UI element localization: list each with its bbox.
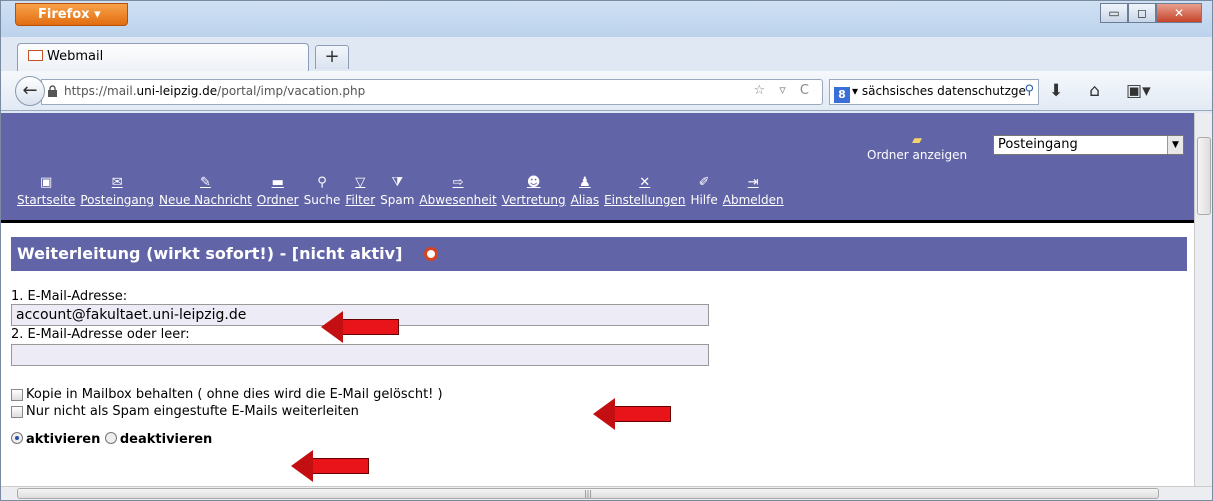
url-path: /portal/imp/vacation.php	[217, 84, 366, 98]
search-bar[interactable]: 8 ▾ sächsisches datenschutzge ⚲	[829, 79, 1039, 105]
toolbar-startseite[interactable]: ▣ Startseite	[17, 175, 75, 207]
navigation-toolbar: https://mail.uni-leipzig.de/portal/imp/v…	[1, 71, 1212, 111]
tab-webmail[interactable]: Webmail	[17, 43, 309, 71]
search-icon[interactable]: ⚲	[1024, 83, 1034, 98]
toolbar-vertretung[interactable]: ☻ Vertretung	[502, 175, 566, 207]
toolbar-abwesenheit[interactable]: ⇨ Abwesenheit	[419, 175, 496, 207]
deactivate-radio[interactable]	[104, 432, 117, 444]
bookmark-reload-icons[interactable]: ☆ ▿ C	[753, 83, 814, 98]
delegate-icon: ☻	[526, 175, 541, 190]
lock-icon	[48, 85, 57, 97]
alias-icon: ♟	[579, 175, 591, 190]
toolbar-spam[interactable]: ⧩ Spam	[380, 175, 414, 207]
toolbar-label: Abwesenheit	[419, 193, 497, 207]
toolbar-label: Spam	[380, 193, 415, 207]
toolbar-einstellungen[interactable]: ✕ Einstellungen	[604, 175, 685, 207]
new-tab-button[interactable]: +	[315, 45, 349, 69]
inbox-icon: ✉	[111, 175, 123, 190]
download-icon[interactable]: ⬇	[1049, 81, 1063, 101]
search-value: ▾ sächsisches datenschutzge	[852, 84, 1026, 98]
logout-icon: ⇥	[747, 175, 759, 190]
toolbar-label: Filter	[345, 193, 376, 207]
keep-copy-label: Kopie in Mailbox behalten ( ohne dies wi…	[26, 387, 443, 402]
maximize-button[interactable]: ◻	[1128, 3, 1156, 23]
tab-strip: Webmail +	[1, 37, 1212, 71]
status-radio-group: aktivieren deaktivieren	[11, 432, 1191, 447]
toolbar-label: Hilfe	[690, 193, 718, 207]
horizontal-scrollbar[interactable]: |||	[1, 486, 1212, 500]
horizontal-scroll-thumb[interactable]: |||	[17, 488, 1159, 499]
folder-select-value: Posteingang	[998, 137, 1078, 152]
menu-icon[interactable]: ▣▾	[1126, 81, 1151, 101]
folder-select[interactable]: Posteingang ▼	[993, 135, 1184, 155]
search-icon: ⚲	[317, 175, 327, 190]
non-spam-checkbox[interactable]	[11, 405, 23, 418]
tab-title: Webmail	[47, 49, 104, 64]
toolbar-label: Einstellungen	[604, 193, 686, 207]
email2-label: 2. E-Mail-Adresse oder leer:	[11, 327, 190, 342]
help-icon: ✐	[698, 175, 710, 190]
page-content: ▰ Ordner anzeigen Posteingang ▼ ▣ Startse…	[1, 113, 1194, 486]
folder-label: Ordner anzeigen	[867, 148, 968, 162]
toolbar-label: Alias	[570, 193, 600, 207]
window-controls: ▭ ◻ ✕	[1100, 3, 1202, 25]
toolbar-label: Neue Nachricht	[159, 193, 252, 207]
address-bar[interactable]: https://mail.uni-leipzig.de/portal/imp/v…	[41, 79, 823, 105]
toolbar-filter[interactable]: ▽ Filter	[345, 175, 375, 207]
spam-icon: ⧩	[391, 175, 404, 190]
vertical-scrollbar[interactable]	[1194, 113, 1212, 486]
toolbar-label: Startseite	[17, 193, 76, 207]
help-lifebuoy-icon[interactable]	[424, 247, 439, 261]
close-window-button[interactable]: ✕	[1156, 3, 1202, 23]
mail-icon	[28, 50, 43, 61]
webmail-toolbar: ▣ Startseite ✉ Posteingang ✎ Neue Nachricht…	[17, 175, 784, 207]
compose-icon: ✎	[199, 175, 211, 190]
vertical-scroll-thumb[interactable]	[1197, 137, 1211, 215]
toolbar-neue-nachricht[interactable]: ✎ Neue Nachricht	[159, 175, 252, 207]
url-domain: uni-leipzig.de	[136, 84, 218, 98]
toolbar-label: Ordner	[256, 193, 299, 207]
annotation-arrow-checkbox	[593, 398, 671, 430]
chevron-down-icon: ▼	[1167, 136, 1183, 154]
webmail-header: ▰ Ordner anzeigen Posteingang ▼ ▣ Startse…	[1, 113, 1194, 220]
filter-icon: ▽	[355, 175, 366, 190]
folder-open-icon: ▰	[912, 133, 923, 148]
back-button[interactable]: ←	[15, 76, 45, 106]
deactivate-label[interactable]: deaktivieren	[120, 432, 212, 447]
header-divider	[1, 220, 1194, 223]
annotation-arrow-radio	[291, 450, 369, 482]
nav-icons: ⬇ ⌂ ▣▾	[1049, 81, 1151, 101]
toolbar-hilfe[interactable]: ✐ Hilfe	[690, 175, 717, 207]
non-spam-label: Nur nicht als Spam eingestufte E-Mails w…	[26, 404, 359, 419]
toolbar-label: Suche	[303, 193, 341, 207]
away-icon: ⇨	[452, 175, 464, 190]
title-bar: Firefox ▾ ▭ ◻ ✕	[1, 1, 1212, 37]
toolbar-ordner[interactable]: ▬ Ordner	[257, 175, 299, 207]
section-title-text: Weiterleitung (wirkt sofort!) - [nicht a…	[17, 244, 403, 263]
firefox-menu-button[interactable]: Firefox ▾	[15, 3, 128, 26]
home-icon[interactable]: ⌂	[1089, 81, 1100, 101]
toolbar-label: Abmelden	[722, 193, 784, 207]
email1-label: 1. E-Mail-Adresse:	[11, 289, 128, 304]
toolbar-label: Posteingang	[80, 193, 154, 207]
folder-icon: ▬	[271, 175, 284, 190]
activate-radio[interactable]	[11, 432, 23, 444]
annotation-arrow-email	[321, 311, 399, 343]
url-prefix: https://mail.	[64, 84, 137, 98]
toolbar-alias[interactable]: ♟ Alias	[571, 175, 599, 207]
toolbar-posteingang[interactable]: ✉ Posteingang	[80, 175, 154, 207]
browser-window: Firefox ▾ ▭ ◻ ✕ Webmail + https://mail.u…	[0, 0, 1213, 501]
keep-copy-checkbox[interactable]	[11, 388, 23, 401]
toolbar-label: Vertretung	[501, 193, 566, 207]
section-title: Weiterleitung (wirkt sofort!) - [nicht a…	[11, 237, 1187, 271]
toolbar-suche[interactable]: ⚲ Suche	[304, 175, 341, 207]
minimize-button[interactable]: ▭	[1100, 3, 1128, 23]
email2-field[interactable]	[11, 344, 709, 366]
toolbar-abmelden[interactable]: ⇥ Abmelden	[723, 175, 784, 207]
search-engine-icon[interactable]: 8	[834, 87, 850, 103]
settings-icon: ✕	[639, 175, 651, 190]
activate-label[interactable]: aktivieren	[26, 432, 100, 447]
home-icon: ▣	[40, 175, 53, 190]
folder-display[interactable]: ▰ Ordner anzeigen	[867, 133, 967, 162]
